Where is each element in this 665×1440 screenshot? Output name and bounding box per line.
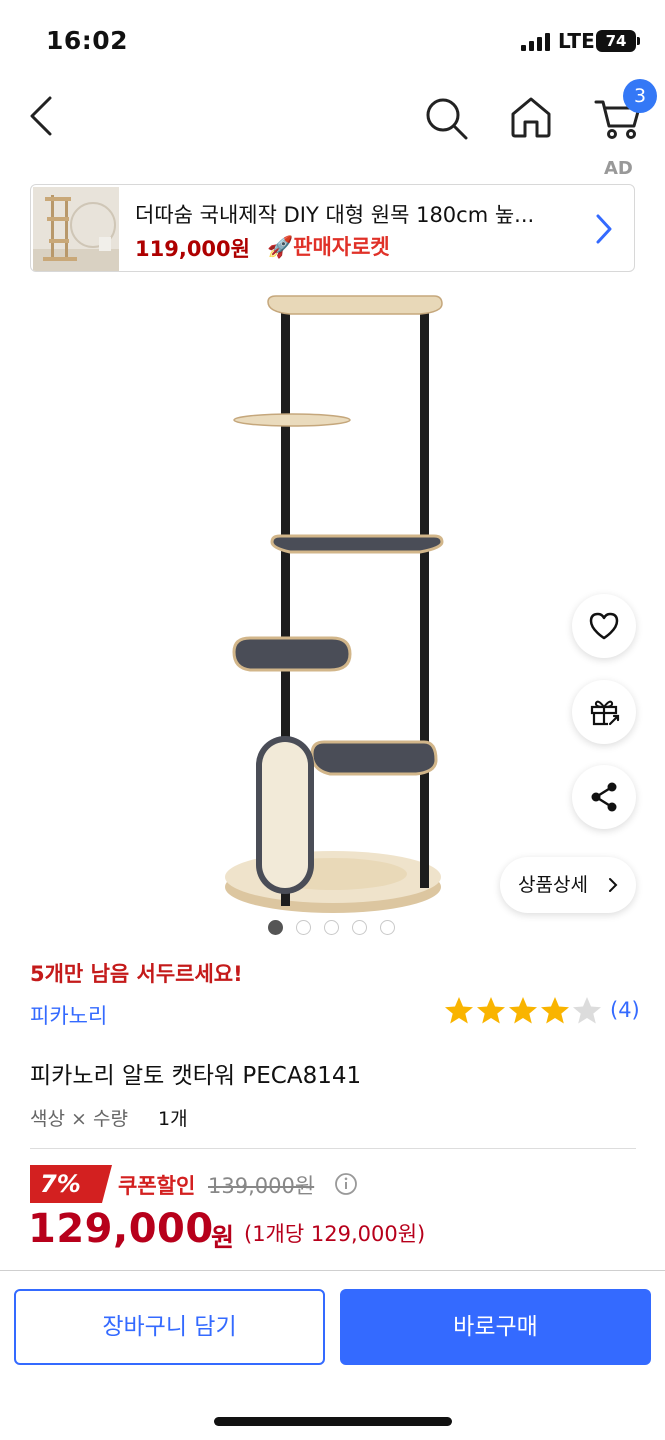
star-filled-icon — [509, 997, 537, 1024]
divider — [30, 1148, 636, 1149]
battery-icon: 74 — [596, 30, 640, 52]
signal-icon — [521, 33, 551, 51]
ad-banner[interactable]: 더따숨 국내제작 DIY 대형 원목 180cm 높... 119,000원 🚀… — [30, 184, 635, 272]
share-button[interactable] — [572, 765, 636, 829]
ad-title: 더따숨 국내제작 DIY 대형 원목 180cm 높... — [135, 203, 535, 227]
rating[interactable]: (4) — [444, 996, 644, 1028]
original-price: 139,000원 — [208, 1174, 315, 1198]
product-detail-label: 상품상세 — [518, 874, 588, 896]
option-value: 1개 — [158, 1108, 188, 1130]
gallery-dot-4[interactable] — [352, 920, 367, 935]
star-filled-icon — [445, 997, 473, 1024]
rocket-icon: 🚀 — [267, 235, 294, 259]
chevron-right-icon[interactable] — [593, 211, 615, 247]
status-time: 16:02 — [46, 26, 129, 55]
gift-icon — [590, 700, 620, 726]
status-bar: 16:02 LTE 74 — [0, 0, 665, 80]
star-filled-icon — [477, 997, 505, 1024]
bottom-action-bar: 장바구니 담기 바로구매 — [0, 1270, 665, 1440]
home-indicator — [214, 1417, 452, 1426]
discount-percent: 7% — [40, 1170, 81, 1198]
ad-label: AD — [604, 158, 633, 179]
gallery-dot-5[interactable] — [380, 920, 395, 935]
ad-rocket-label: 🚀판매자로켓 — [267, 231, 390, 261]
chevron-left-icon[interactable] — [24, 94, 64, 138]
gallery-dot-1[interactable] — [268, 920, 283, 935]
product-title: 피카노리 알토 캣타워 PECA8141 — [30, 1063, 362, 1089]
final-price: 129,000 — [28, 1206, 214, 1252]
gallery-dot-3[interactable] — [324, 920, 339, 935]
product-detail-button[interactable]: 상품상세 — [500, 857, 636, 913]
option-label: 색상 × 수량 — [30, 1108, 128, 1130]
review-count: (4) — [610, 998, 640, 1022]
coupon-label: 쿠폰할인 — [118, 1174, 196, 1198]
cart-count-badge: 3 — [623, 79, 657, 113]
star-filled-icon — [541, 997, 569, 1024]
chevron-right-icon — [609, 878, 618, 892]
heart-icon — [589, 612, 619, 640]
star-empty-icon — [573, 997, 601, 1024]
unit-price: (1개당 129,000원) — [244, 1222, 426, 1246]
home-icon[interactable] — [508, 94, 554, 140]
like-button[interactable] — [572, 594, 636, 658]
brand-link[interactable]: 피카노리 — [30, 1000, 107, 1030]
gallery-dot-2[interactable] — [296, 920, 311, 935]
cat-tower-product-image[interactable] — [180, 290, 480, 920]
search-icon[interactable] — [422, 94, 470, 142]
ad-price: 119,000원 — [135, 237, 250, 261]
top-nav — [0, 80, 665, 160]
info-icon[interactable] — [334, 1172, 358, 1196]
battery-level: 74 — [605, 32, 627, 50]
buy-now-button[interactable]: 바로구매 — [340, 1289, 651, 1365]
stock-warning: 5개만 남음 서두르세요! — [30, 962, 243, 986]
share-icon — [591, 782, 617, 812]
ad-thumbnail — [33, 187, 119, 271]
gift-button[interactable] — [572, 680, 636, 744]
ad-rocket-text: 판매자로켓 — [293, 235, 390, 259]
add-to-cart-button[interactable]: 장바구니 담기 — [14, 1289, 325, 1365]
final-price-unit: 원 — [211, 1223, 235, 1252]
network-label: LTE — [558, 29, 595, 53]
